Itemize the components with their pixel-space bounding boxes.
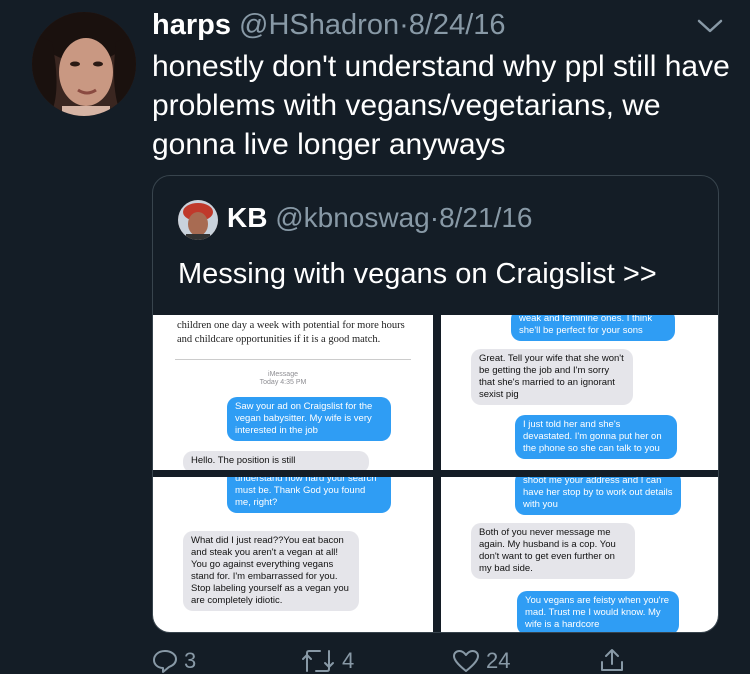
quoted-date: 8/21/16 bbox=[439, 202, 533, 233]
separator-dot: · bbox=[399, 9, 409, 41]
message-timestamp: Today 4:35 PM bbox=[259, 379, 307, 386]
message-bubble-sent: Saw your ad on Craigslist for the vegan … bbox=[227, 397, 391, 441]
tweet-header: harps @HShadron·8/24/16 bbox=[152, 9, 506, 42]
message-bubble-received: Great. Tell your wife that she won't be … bbox=[471, 349, 633, 405]
screenshot-top-right[interactable]: weak and feminine ones. I think she'll b… bbox=[441, 315, 718, 470]
message-bubble-received: What did I just read??You eat bacon and … bbox=[183, 531, 359, 611]
retweet-icon bbox=[302, 650, 334, 672]
tweet-actions: 3 4 24 bbox=[0, 648, 750, 673]
message-bubble-sent-top: weak and feminine ones. I think she'll b… bbox=[511, 315, 675, 341]
screenshot-bottom-left[interactable]: understand how hard your search must be.… bbox=[153, 477, 433, 632]
quoted-author-name: KB bbox=[227, 202, 268, 233]
reply-button[interactable]: 3 bbox=[152, 648, 196, 674]
retweet-button[interactable]: 4 bbox=[300, 648, 354, 674]
quoted-text: Messing with vegans on Craigslist >> bbox=[178, 258, 657, 290]
message-bubble-sent-top: shoot me your address and I can have her… bbox=[515, 477, 681, 515]
author-handle[interactable]: @HShadron bbox=[239, 9, 399, 41]
tweet-date[interactable]: 8/24/16 bbox=[409, 9, 506, 41]
reply-icon bbox=[153, 650, 177, 673]
share-button[interactable] bbox=[598, 648, 632, 672]
message-bubble-received: Both of you never message me again. My h… bbox=[471, 523, 635, 579]
like-button[interactable]: 24 bbox=[452, 648, 510, 674]
screenshot-top-left[interactable]: children one day a week with potential f… bbox=[153, 315, 433, 470]
quoted-tweet[interactable]: KB @kbnoswag·8/21/16 Messing with vegans… bbox=[152, 175, 719, 633]
imessage-label: iMessage bbox=[268, 371, 298, 378]
divider bbox=[175, 359, 411, 360]
message-bubble-sent-top: understand how hard your search must be.… bbox=[227, 477, 391, 513]
quoted-separator-dot: · bbox=[429, 202, 440, 233]
ad-text-line2: and childcare opportunities if it is a g… bbox=[177, 334, 381, 345]
quoted-header: KB @kbnoswag·8/21/16 bbox=[227, 202, 533, 234]
retweet-count: 4 bbox=[342, 648, 355, 673]
chevron-down-icon[interactable] bbox=[696, 16, 724, 36]
reply-count: 3 bbox=[184, 648, 197, 673]
author-name[interactable]: harps bbox=[152, 9, 231, 41]
heart-icon bbox=[453, 650, 479, 672]
quoted-author-handle: @kbnoswag bbox=[275, 202, 430, 233]
media-grid[interactable]: children one day a week with potential f… bbox=[153, 315, 718, 632]
message-bubble-sent: I just told her and she's devastated. I'… bbox=[515, 415, 677, 459]
screenshot-bottom-right[interactable]: shoot me your address and I can have her… bbox=[441, 477, 718, 632]
quoted-author-avatar bbox=[178, 200, 218, 240]
tweet-text: honestly don't understand why ppl still … bbox=[152, 50, 730, 161]
share-icon bbox=[601, 649, 623, 671]
ad-text-line1: children one day a week with potential f… bbox=[177, 320, 405, 331]
like-count: 24 bbox=[486, 648, 511, 673]
message-bubble-sent: You vegans are feisty when you're mad. T… bbox=[517, 591, 679, 632]
message-bubble-received: Hello. The position is still bbox=[183, 451, 369, 470]
author-avatar[interactable] bbox=[32, 12, 136, 116]
